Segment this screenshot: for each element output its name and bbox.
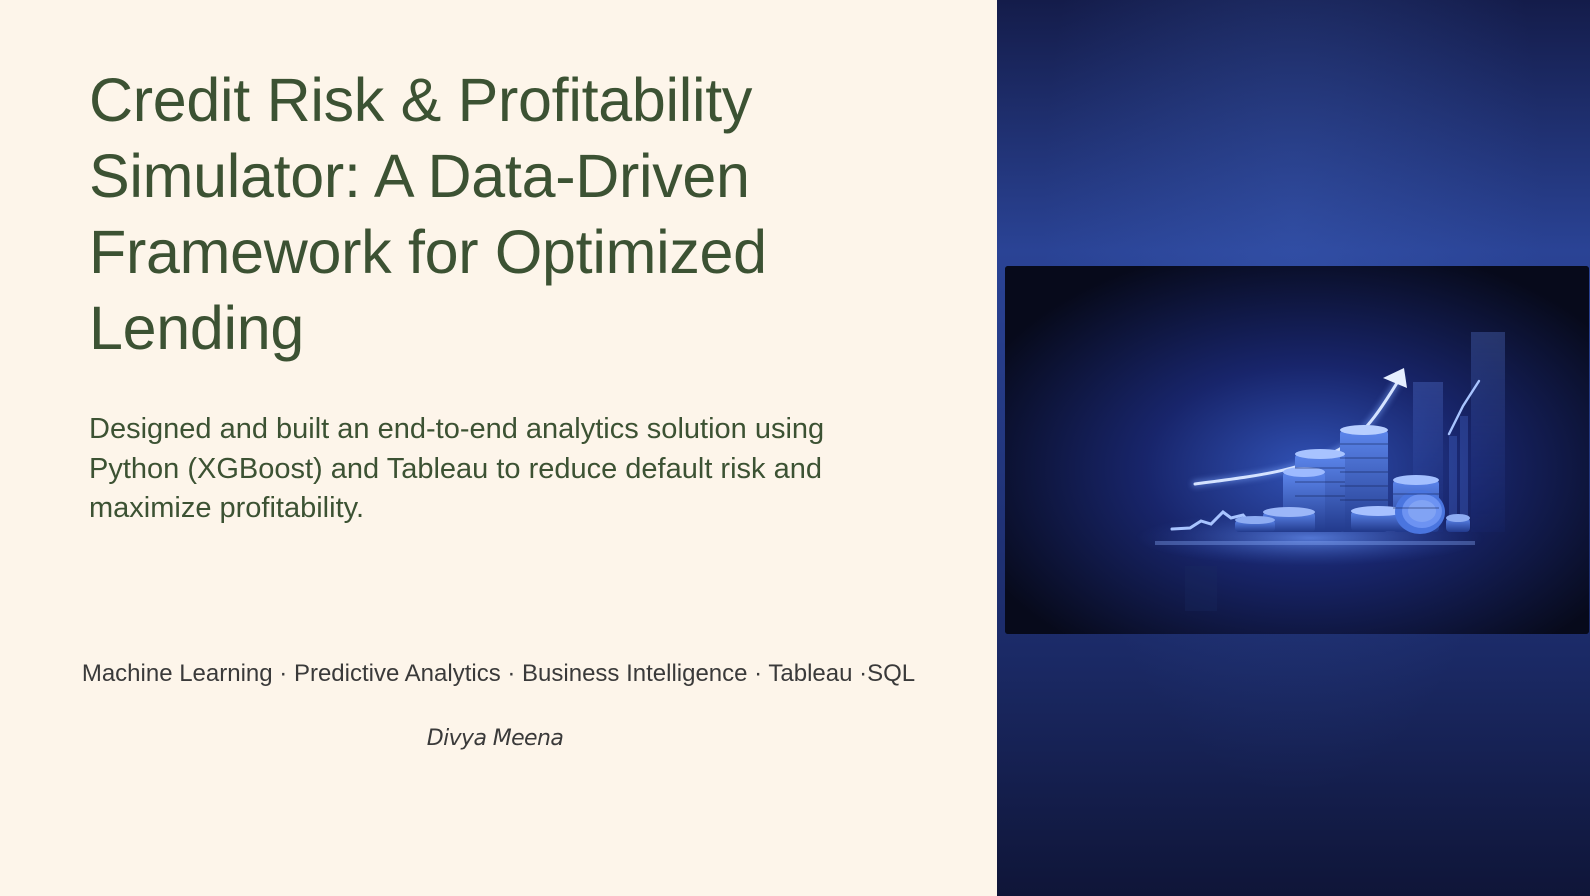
slide-title: Credit Risk & Profitability Simulator: A… [89, 66, 767, 362]
author-name: Divya Meena [426, 726, 564, 751]
slide-subtitle: Designed and built an end-to-end analyti… [89, 413, 825, 524]
finance-growth-coins-chart-icon [1005, 266, 1589, 634]
content-panel: Credit Risk & Profitability Simulator: A… [0, 0, 997, 896]
hero-image [1005, 266, 1589, 634]
presentation-slide: Credit Risk & Profitability Simulator: A… [0, 0, 1590, 896]
skill-tags: Machine Learning · Predictive Analytics … [81, 660, 916, 687]
